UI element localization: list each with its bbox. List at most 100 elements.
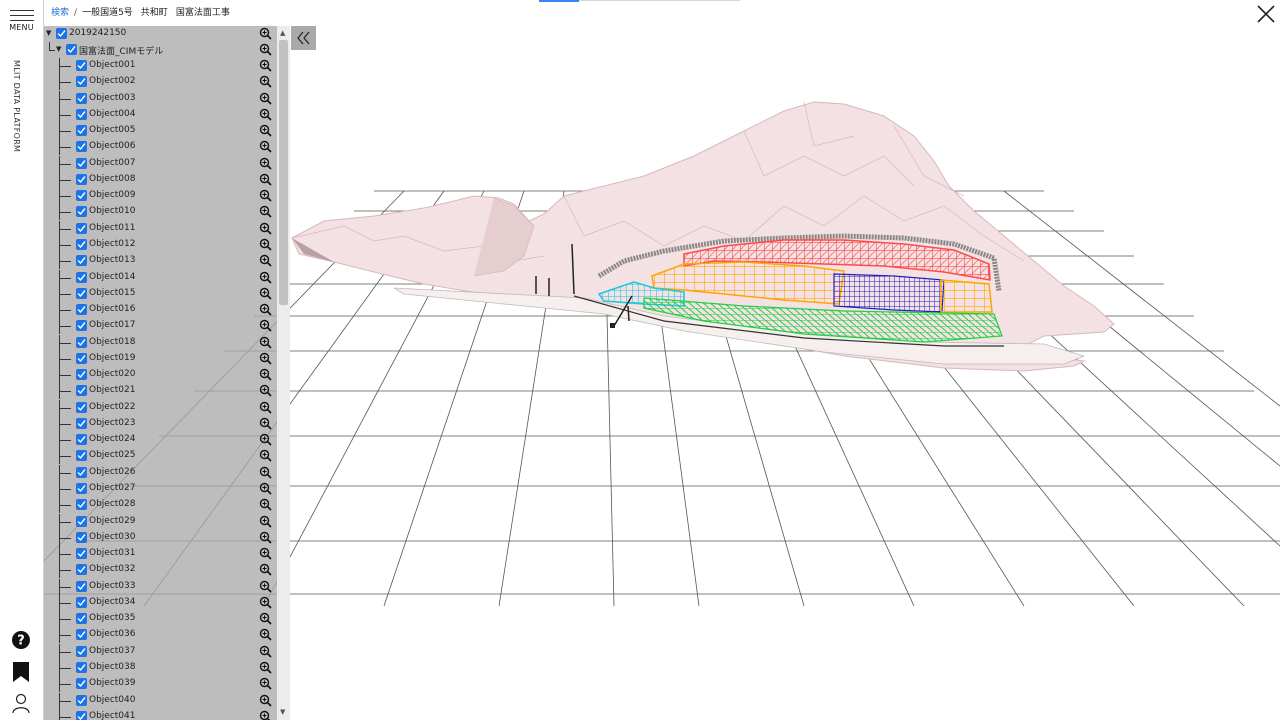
tree-row-object[interactable]: Object033	[44, 578, 277, 595]
zoom-icon[interactable]	[259, 449, 272, 463]
zoom-icon[interactable]	[259, 384, 272, 397]
object-checkbox[interactable]	[76, 613, 87, 625]
tree-row-object[interactable]: Object015	[44, 285, 277, 302]
object-checkbox[interactable]	[76, 352, 87, 364]
tree-row-object[interactable]: Object037	[44, 643, 277, 660]
zoom-icon[interactable]	[259, 466, 272, 479]
object-checkbox[interactable]	[76, 515, 87, 527]
tree-row-object[interactable]: Object003	[44, 90, 277, 107]
tree-row-object[interactable]: Object001	[44, 58, 277, 74]
zoom-icon[interactable]	[259, 189, 272, 202]
object-checkbox[interactable]	[76, 629, 87, 641]
object-checkbox[interactable]	[76, 320, 87, 332]
object-checkbox[interactable]	[76, 450, 87, 462]
tree-row-object[interactable]: Object040	[44, 692, 277, 709]
tree-row-model[interactable]: ▼ 国富法面_CIMモデル	[44, 42, 277, 58]
tree-row-object[interactable]: Object009	[44, 188, 277, 205]
object-checkbox[interactable]	[76, 271, 87, 283]
object-checkbox[interactable]	[76, 483, 87, 495]
collapse-toggle-icon[interactable]: ▼	[56, 45, 61, 53]
tree-row-object[interactable]: Object014	[44, 269, 277, 286]
tree-row-object[interactable]: Object025	[44, 448, 277, 465]
zoom-icon[interactable]	[259, 222, 272, 235]
object-checkbox[interactable]	[76, 287, 87, 299]
object-checkbox[interactable]	[76, 580, 87, 592]
object-checkbox[interactable]	[76, 206, 87, 218]
object-checkbox[interactable]	[76, 548, 87, 560]
breadcrumb-search-link[interactable]: 検索	[51, 8, 69, 18]
object-checkbox[interactable]	[76, 238, 87, 250]
zoom-icon[interactable]	[259, 645, 272, 658]
tree-row-object[interactable]: Object002	[44, 74, 277, 91]
zoom-icon[interactable]	[259, 417, 272, 430]
tree-row-object[interactable]: Object010	[44, 204, 277, 221]
tree-row-object[interactable]: Object013	[44, 253, 277, 270]
zoom-icon[interactable]	[259, 596, 272, 609]
scroll-up-icon[interactable]: ▲	[280, 29, 285, 37]
tree-row-object[interactable]: Object021	[44, 383, 277, 400]
zoom-icon[interactable]	[259, 563, 272, 576]
zoom-icon[interactable]	[259, 319, 272, 332]
zoom-icon[interactable]	[259, 628, 272, 642]
zoom-icon[interactable]	[259, 433, 272, 446]
tree-row-object[interactable]: Object041	[44, 708, 277, 720]
tree-row-object[interactable]: Object011	[44, 220, 277, 237]
object-checkbox[interactable]	[76, 255, 87, 267]
tree-row-object[interactable]: Object006	[44, 139, 277, 156]
object-checkbox[interactable]	[76, 564, 87, 576]
zoom-icon[interactable]	[259, 336, 272, 349]
tree-row-object[interactable]: Object004	[44, 106, 277, 123]
zoom-icon[interactable]	[259, 368, 272, 381]
tree-row-object[interactable]: Object030	[44, 529, 277, 546]
zoom-icon[interactable]	[259, 43, 272, 56]
zoom-icon[interactable]	[259, 27, 272, 40]
zoom-icon[interactable]	[259, 75, 272, 88]
bookmark-icon[interactable]	[10, 661, 32, 683]
object-checkbox[interactable]	[76, 157, 87, 169]
zoom-icon[interactable]	[259, 515, 272, 528]
object-checkbox[interactable]	[76, 661, 87, 673]
zoom-icon[interactable]	[259, 124, 272, 137]
zoom-icon[interactable]	[259, 677, 272, 690]
object-checkbox[interactable]	[76, 369, 87, 381]
tree-row-root[interactable]: ▼ 2019242150	[44, 26, 277, 42]
zoom-icon[interactable]	[259, 238, 272, 251]
zoom-icon[interactable]	[259, 531, 272, 544]
object-checkbox[interactable]	[76, 304, 87, 316]
menu-button[interactable]: MENU	[0, 6, 43, 36]
zoom-icon[interactable]	[259, 482, 272, 495]
zoom-icon[interactable]	[259, 157, 272, 170]
object-checkbox[interactable]	[76, 417, 87, 429]
tree-row-object[interactable]: Object024	[44, 432, 277, 449]
tree-row-object[interactable]: Object034	[44, 594, 277, 611]
scroll-thumb[interactable]	[279, 40, 288, 305]
tree-row-object[interactable]: Object029	[44, 513, 277, 530]
tree-row-object[interactable]: Object038	[44, 659, 277, 676]
object-checkbox[interactable]	[76, 531, 87, 543]
tree-row-object[interactable]: Object032	[44, 562, 277, 579]
tree-row-object[interactable]: Object005	[44, 123, 277, 140]
object-checkbox[interactable]	[76, 108, 87, 120]
collapse-panel-button[interactable]	[291, 26, 316, 50]
tree-row-object[interactable]: Object019	[44, 350, 277, 367]
object-checkbox[interactable]	[76, 190, 87, 202]
object-checkbox[interactable]	[76, 645, 87, 657]
close-icon[interactable]	[1256, 4, 1276, 24]
object-checkbox[interactable]	[76, 222, 87, 234]
object-checkbox[interactable]	[76, 434, 87, 446]
object-checkbox[interactable]	[76, 678, 87, 690]
zoom-icon[interactable]	[259, 352, 272, 365]
zoom-icon[interactable]	[259, 661, 272, 674]
object-checkbox[interactable]	[76, 173, 87, 185]
root-checkbox[interactable]	[56, 28, 67, 39]
help-icon[interactable]: ?	[10, 629, 32, 651]
tree-row-object[interactable]: Object027	[44, 481, 277, 498]
zoom-icon[interactable]	[259, 694, 272, 707]
tree-row-object[interactable]: Object017	[44, 318, 277, 335]
object-checkbox[interactable]	[76, 141, 87, 153]
zoom-icon[interactable]	[259, 173, 272, 186]
zoom-icon[interactable]	[259, 710, 272, 720]
object-checkbox[interactable]	[76, 401, 87, 413]
zoom-icon[interactable]	[259, 59, 272, 72]
object-checkbox[interactable]	[76, 596, 87, 608]
